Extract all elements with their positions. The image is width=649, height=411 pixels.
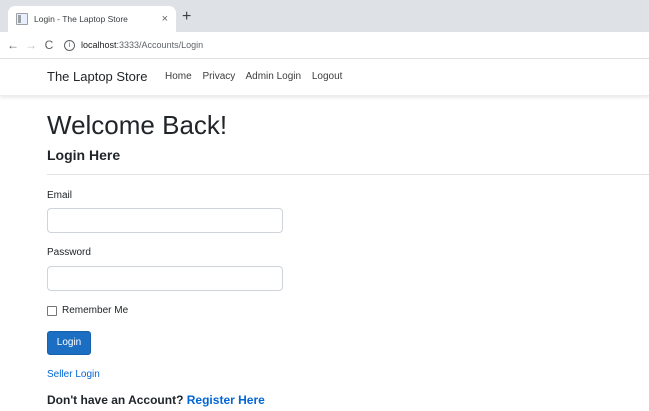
- email-field[interactable]: [47, 208, 283, 233]
- reload-icon[interactable]: C: [40, 38, 58, 52]
- browser-tabstrip: Login - The Laptop Store × +: [0, 0, 649, 32]
- nav-link-home[interactable]: Home: [165, 71, 192, 82]
- page-favicon-icon: [16, 13, 28, 25]
- remember-me-label: Remember Me: [62, 305, 129, 316]
- register-prompt-text: Don't have an Account?: [47, 393, 184, 407]
- nav-link-privacy[interactable]: Privacy: [202, 71, 235, 82]
- forward-arrow-icon[interactable]: →: [22, 38, 40, 52]
- site-navbar: The Laptop Store Home Privacy Admin Logi…: [0, 59, 649, 96]
- divider: [47, 174, 649, 175]
- main-content: Welcome Back! Login Here Email Password …: [47, 110, 649, 407]
- login-button[interactable]: Login: [47, 331, 91, 355]
- page-title: Welcome Back!: [47, 110, 228, 140]
- brand-link[interactable]: The Laptop Store: [47, 69, 147, 84]
- close-tab-icon[interactable]: ×: [162, 13, 168, 25]
- site-info-icon[interactable]: i: [64, 39, 75, 51]
- register-prompt: Don't have an Account? Register Here: [47, 393, 265, 407]
- register-link[interactable]: Register Here: [187, 393, 265, 407]
- back-arrow-icon[interactable]: ←: [4, 38, 22, 52]
- email-label: Email: [47, 190, 73, 201]
- remember-me[interactable]: Remember Me: [47, 305, 128, 316]
- page-subtitle: Login Here: [47, 147, 121, 163]
- password-field[interactable]: [47, 266, 283, 291]
- tab-title: Login - The Laptop Store: [34, 14, 128, 24]
- nav-link-admin-login[interactable]: Admin Login: [246, 71, 302, 82]
- remember-me-checkbox[interactable]: [47, 305, 57, 316]
- seller-login-link[interactable]: Seller Login: [47, 369, 100, 380]
- address-bar[interactable]: i localhost:3333/Accounts/Login: [64, 35, 203, 55]
- password-label: Password: [47, 247, 91, 258]
- nav-links: Home Privacy Admin Login Logout: [165, 71, 350, 82]
- browser-tab[interactable]: Login - The Laptop Store ×: [8, 6, 176, 32]
- nav-link-logout[interactable]: Logout: [312, 71, 343, 82]
- url-host: localhost: [81, 40, 117, 50]
- browser-toolbar: ← → C i localhost:3333/Accounts/Login: [0, 32, 649, 59]
- new-tab-button[interactable]: +: [182, 9, 191, 25]
- url-path: :3333/Accounts/Login: [116, 40, 204, 50]
